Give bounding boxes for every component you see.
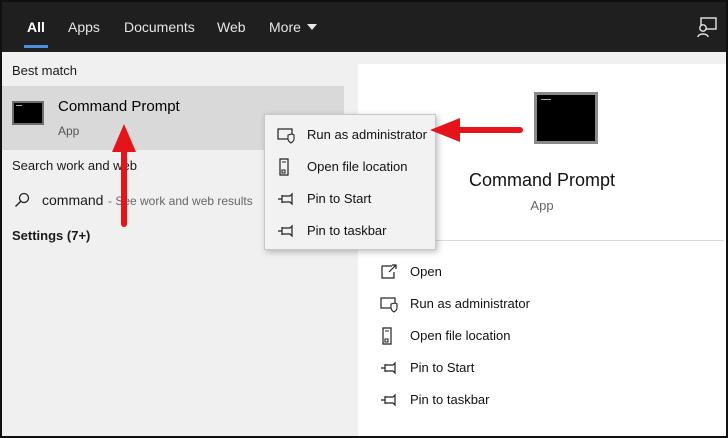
context-pin-to-taskbar[interactable]: Pin to taskbar <box>265 217 435 245</box>
context-run-as-admin[interactable]: Run as administrator <box>265 121 435 149</box>
search-filter-bar: All Apps Documents Web More <box>2 2 726 52</box>
search-term: command <box>42 192 104 208</box>
best-match-title: Command Prompt <box>58 98 180 115</box>
tab-all[interactable]: All <box>24 2 48 52</box>
tab-more[interactable]: More <box>269 2 317 52</box>
feedback-icon[interactable] <box>696 16 718 38</box>
best-match-subtitle: App <box>58 124 80 138</box>
action-pin-to-start-label: Pin to Start <box>410 360 475 375</box>
tab-apps[interactable]: Apps <box>68 2 100 52</box>
pin-icon <box>381 361 396 375</box>
context-pin-to-start[interactable]: Pin to Start <box>265 185 435 213</box>
context-run-as-admin-label: Run as administrator <box>307 127 427 142</box>
search-icon <box>15 192 30 207</box>
context-open-file-location-label: Open file location <box>307 159 408 174</box>
action-open-file-location-label: Open file location <box>410 328 511 343</box>
search-web-heading: Search work and web <box>12 158 138 173</box>
action-pin-to-taskbar-label: Pin to taskbar <box>410 392 490 407</box>
pin-icon <box>278 224 293 238</box>
best-match-heading: Best match <box>12 63 78 78</box>
shield-icon <box>277 128 295 144</box>
chevron-down-icon <box>306 24 317 31</box>
command-prompt-large-icon <box>534 92 598 144</box>
tab-more-label: More <box>269 19 301 35</box>
context-pin-to-start-label: Pin to Start <box>307 191 372 206</box>
command-prompt-icon <box>12 101 44 125</box>
file-location-icon <box>279 158 289 176</box>
action-open-label: Open <box>410 264 442 279</box>
action-run-as-admin-label: Run as administrator <box>410 296 530 311</box>
context-pin-to-taskbar-label: Pin to taskbar <box>307 223 387 238</box>
tab-web[interactable]: Web <box>217 2 246 52</box>
shield-icon <box>380 297 398 313</box>
search-window: All Apps Documents Web More Best match C… <box>0 0 728 438</box>
pin-icon <box>381 393 396 407</box>
context-open-file-location[interactable]: Open file location <box>265 153 435 181</box>
pin-icon <box>278 192 293 206</box>
search-hint: - See work and web results <box>108 194 253 208</box>
file-location-icon <box>382 327 392 345</box>
open-icon <box>381 264 397 279</box>
settings-heading[interactable]: Settings (7+) <box>12 228 90 243</box>
tab-documents[interactable]: Documents <box>124 2 195 52</box>
context-menu: Run as administrator Open file location … <box>264 114 436 250</box>
